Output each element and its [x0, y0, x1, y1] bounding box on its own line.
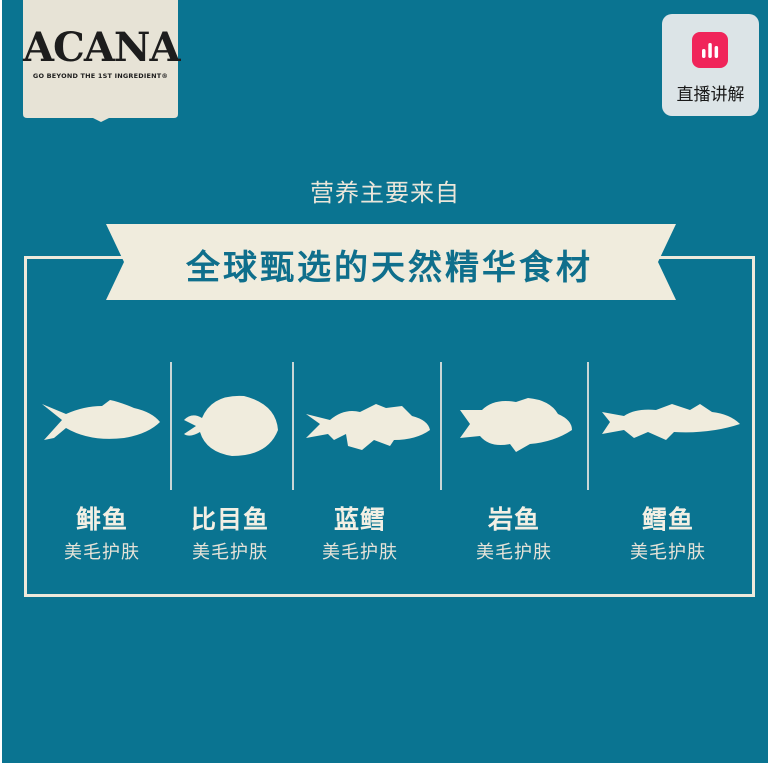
ingredient-name: 比目鱼 [190, 505, 269, 534]
ingredient-benefit: 美毛护肤 [630, 542, 706, 563]
live-explain-button[interactable]: 直播讲解 [662, 14, 759, 116]
brand-logo-text: ACANA [23, 24, 181, 71]
ingredient-benefit: 美毛护肤 [192, 542, 268, 563]
ingredient-name: 鳕鱼 [641, 505, 694, 534]
ingredient-name: 岩鱼 [487, 505, 540, 534]
rockfish-icon [460, 398, 572, 452]
flounder-icon [184, 395, 278, 456]
cod-icon [602, 404, 740, 440]
ingredient-benefit: 美毛护肤 [476, 542, 552, 563]
live-bars-icon [692, 32, 728, 68]
product-image: ACANA GO BEYOND THE 1ST INGREDIENT® 直播讲解… [2, 0, 768, 763]
blue-whiting-icon [306, 404, 430, 450]
ingredient-name: 鲱鱼 [75, 505, 128, 534]
column-divider [292, 362, 294, 490]
column-divider [440, 362, 442, 490]
ingredient-benefit: 美毛护肤 [322, 542, 398, 563]
ingredient-name: 蓝鳕 [333, 505, 386, 534]
brand-tagline: GO BEYOND THE 1ST INGREDIENT® [32, 72, 169, 80]
banner-title: 全球甄选的天然精华食材 [186, 248, 593, 288]
brand-logo: ACANA GO BEYOND THE 1ST INGREDIENT® [23, 0, 181, 122]
live-explain-label: 直播讲解 [676, 85, 745, 105]
column-divider [587, 362, 589, 490]
nutrition-subtitle: 营养主要来自 [310, 179, 460, 207]
ingredient-benefit: 美毛护肤 [64, 542, 140, 563]
column-divider [170, 362, 172, 490]
herring-icon [42, 400, 160, 440]
